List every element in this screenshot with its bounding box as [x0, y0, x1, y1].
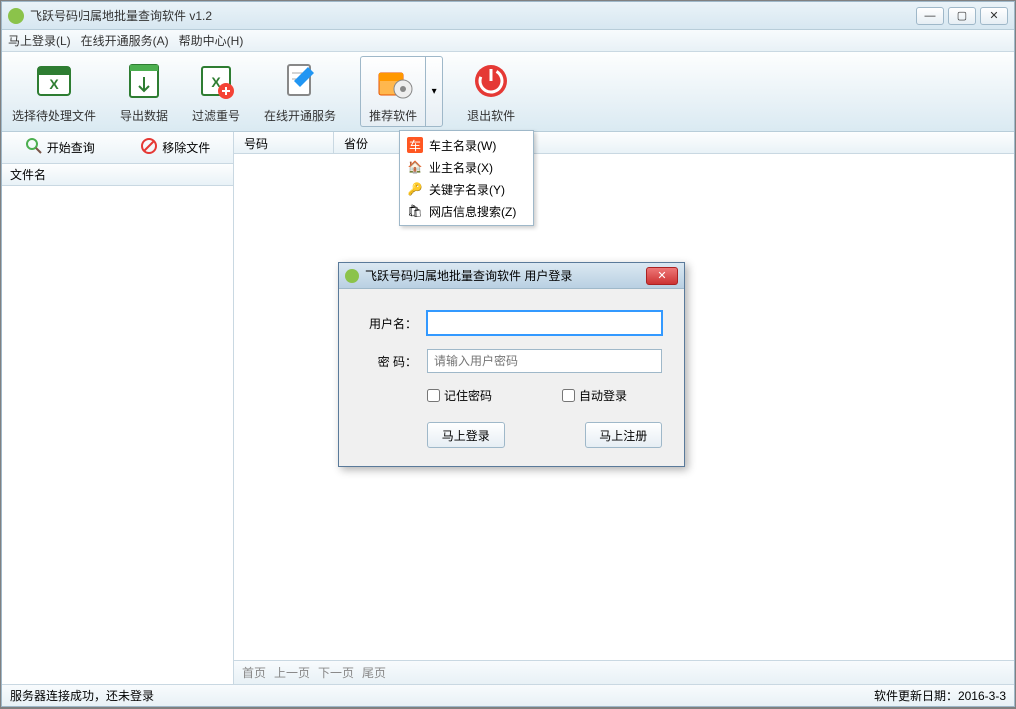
pager-first[interactable]: 首页	[242, 664, 266, 681]
bag-icon: 🛍	[407, 203, 423, 219]
excel-select-icon: X	[32, 59, 76, 103]
menu-help[interactable]: 帮助中心(H)	[179, 32, 244, 49]
pager-last[interactable]: 尾页	[362, 664, 386, 681]
app-icon	[345, 269, 359, 283]
document-pen-icon	[278, 59, 322, 103]
start-query-button[interactable]: 开始查询	[25, 137, 95, 158]
dialog-title: 飞跃号码归属地批量查询软件 用户登录	[365, 267, 646, 284]
software-box-icon	[371, 59, 415, 103]
auto-login-checkbox[interactable]: 自动登录	[562, 387, 627, 404]
menu-item-car-directory[interactable]: 车车主名录(W)	[403, 134, 530, 156]
search-icon	[25, 137, 43, 158]
menu-login[interactable]: 马上登录(L)	[8, 32, 71, 49]
car-icon: 车	[407, 137, 423, 153]
filter-duplicate-button[interactable]: X 过滤重号	[192, 59, 240, 124]
table-header: 号码 省份	[234, 132, 1014, 154]
pager-next[interactable]: 下一页	[318, 664, 354, 681]
online-service-button[interactable]: 在线开通服务	[264, 59, 336, 124]
recommend-dropdown-menu: 车车主名录(W) 🏠业主名录(X) 🔑关键字名录(Y) 🛍网店信息搜索(Z)	[399, 130, 534, 226]
excel-export-icon	[122, 59, 166, 103]
app-icon	[8, 8, 24, 24]
pager-prev[interactable]: 上一页	[274, 664, 310, 681]
forbidden-icon	[140, 137, 158, 158]
export-data-button[interactable]: 导出数据	[120, 59, 168, 124]
menubar: 马上登录(L) 在线开通服务(A) 帮助中心(H)	[2, 30, 1014, 52]
titlebar: 飞跃号码归属地批量查询软件 v1.2 — ▢ ✕	[2, 2, 1014, 30]
toolbar: X 选择待处理文件 导出数据 X 过滤重号 在线开通服务	[2, 52, 1014, 132]
password-input[interactable]	[427, 349, 662, 373]
dialog-close-button[interactable]: ✕	[646, 267, 678, 285]
recommend-software-split-button[interactable]: 推荐软件 ▾	[360, 56, 443, 127]
remove-file-button[interactable]: 移除文件	[140, 137, 210, 158]
menu-online-service[interactable]: 在线开通服务(A)	[81, 32, 169, 49]
window-title: 飞跃号码归属地批量查询软件 v1.2	[30, 7, 916, 24]
statusbar: 服务器连接成功，还未登录 软件更新日期：2016-3-3	[2, 684, 1014, 706]
minimize-button[interactable]: —	[916, 7, 944, 25]
recommend-dropdown-arrow[interactable]: ▾	[425, 56, 443, 127]
close-button[interactable]: ✕	[980, 7, 1008, 25]
exit-button[interactable]: 退出软件	[467, 59, 515, 124]
register-button[interactable]: 马上注册	[585, 422, 663, 448]
svg-text:X: X	[49, 76, 59, 92]
power-icon	[469, 59, 513, 103]
pager: 首页 上一页 下一页 尾页	[234, 660, 1014, 684]
select-file-button[interactable]: X 选择待处理文件	[12, 59, 96, 124]
login-button[interactable]: 马上登录	[427, 422, 505, 448]
maximize-button[interactable]: ▢	[948, 7, 976, 25]
username-input[interactable]	[427, 311, 662, 335]
password-label: 密 码：	[361, 353, 417, 370]
username-label: 用户名：	[361, 315, 417, 332]
excel-filter-icon: X	[194, 59, 238, 103]
dialog-titlebar[interactable]: 飞跃号码归属地批量查询软件 用户登录 ✕	[339, 263, 684, 289]
col-number[interactable]: 号码	[234, 132, 334, 153]
menu-item-keyword-directory[interactable]: 🔑关键字名录(Y)	[403, 178, 530, 200]
house-icon: 🏠	[407, 159, 423, 175]
key-icon: 🔑	[407, 181, 423, 197]
sidebar: 开始查询 移除文件 文件名	[2, 132, 234, 684]
menu-item-owner-directory[interactable]: 🏠业主名录(X)	[403, 156, 530, 178]
file-list-header: 文件名	[2, 164, 233, 186]
status-right: 软件更新日期：2016-3-3	[874, 687, 1006, 704]
menu-item-shop-search[interactable]: 🛍网店信息搜索(Z)	[403, 200, 530, 222]
login-dialog: 飞跃号码归属地批量查询软件 用户登录 ✕ 用户名： 密 码： 记住密码 自动登录…	[338, 262, 685, 467]
remember-password-checkbox[interactable]: 记住密码	[427, 387, 492, 404]
status-left: 服务器连接成功，还未登录	[10, 687, 154, 704]
file-list[interactable]	[2, 186, 233, 684]
